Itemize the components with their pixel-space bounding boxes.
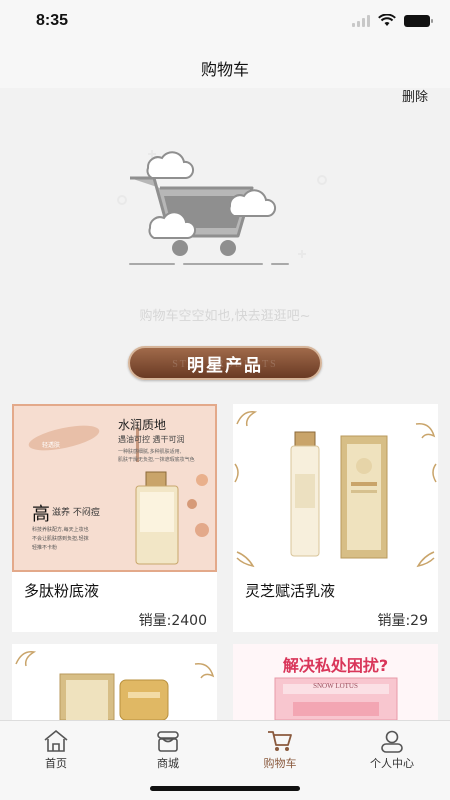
image-line: 肌肤干燥无负担,一抹遮瑕底妆气色 xyxy=(118,457,195,463)
product-card[interactable]: 灵芝赋活乳液 销量:29 xyxy=(233,404,438,632)
home-icon xyxy=(44,729,68,752)
home-indicator xyxy=(150,786,300,791)
delete-button[interactable]: 删除 xyxy=(402,86,428,105)
product-image-lotion xyxy=(233,404,438,572)
swatch-label: 轻透肤 xyxy=(42,442,61,449)
tab-cart[interactable]: 购物车 xyxy=(245,729,315,771)
image-line: 一种肤感细腻,多种肌肤适用, xyxy=(118,449,182,455)
image-headline: 解决私处困扰? xyxy=(282,656,389,675)
page-title: 购物车 xyxy=(200,60,249,79)
tab-profile[interactable]: 个人中心 xyxy=(357,729,427,771)
product-image-cream xyxy=(12,644,217,720)
status-bar: 8:35 xyxy=(0,0,450,44)
image-sub: 滋养 不闷痘 xyxy=(52,508,100,518)
status-time: 8:35 xyxy=(36,12,69,29)
image-small-text: 不会让肌肤感到负担,轻抹 xyxy=(32,536,89,542)
product-sales: 销量:29 xyxy=(377,613,428,629)
battery-icon xyxy=(404,14,433,27)
product-name: 多肽粉底液 xyxy=(24,582,100,600)
nav-bar: 购物车 xyxy=(0,44,450,88)
star-products-banner: STAR PRODUCTS 明星产品 xyxy=(128,346,322,380)
tab-store[interactable]: 商城 xyxy=(133,729,203,771)
product-name: 灵芝赋活乳液 xyxy=(245,582,336,600)
image-small-text: 轻推不卡粉 xyxy=(32,545,58,551)
tab-store-label: 商城 xyxy=(157,757,179,770)
tab-profile-label: 个人中心 xyxy=(370,757,414,770)
signal-icon xyxy=(352,14,370,27)
cart-icon xyxy=(268,731,292,751)
image-big-char: 高 xyxy=(32,504,50,525)
empty-cart-illustration xyxy=(117,150,327,265)
tab-home-label: 首页 xyxy=(45,757,67,770)
image-small-text: 科技养肤配方,每天上妆也 xyxy=(32,527,89,533)
image-brand: SNOW LOTUS xyxy=(313,682,358,690)
image-headline: 水润质地 xyxy=(118,418,167,432)
empty-cart-message: 购物车空空如也,快去逛逛吧~ xyxy=(139,309,311,324)
image-line: 遇油可控 遇干可润 xyxy=(118,435,185,444)
wifi-icon xyxy=(378,14,396,26)
status-icons xyxy=(352,14,433,27)
profile-icon xyxy=(381,730,403,753)
tab-cart-label: 购物车 xyxy=(263,757,297,770)
store-icon xyxy=(157,731,179,752)
product-sales: 销量:2400 xyxy=(138,613,207,629)
product-card[interactable]: 解决私处困扰? SNOW LOTUS xyxy=(233,644,438,720)
product-card[interactable]: 水润质地 遇油可控 遇干可润 一种肤感细腻,多种肌肤适用, 肌肤干燥无负担,一抹… xyxy=(12,404,217,632)
banner-title: 明星产品 xyxy=(187,355,263,376)
product-card[interactable] xyxy=(12,644,217,720)
tab-home[interactable]: 首页 xyxy=(21,729,91,771)
